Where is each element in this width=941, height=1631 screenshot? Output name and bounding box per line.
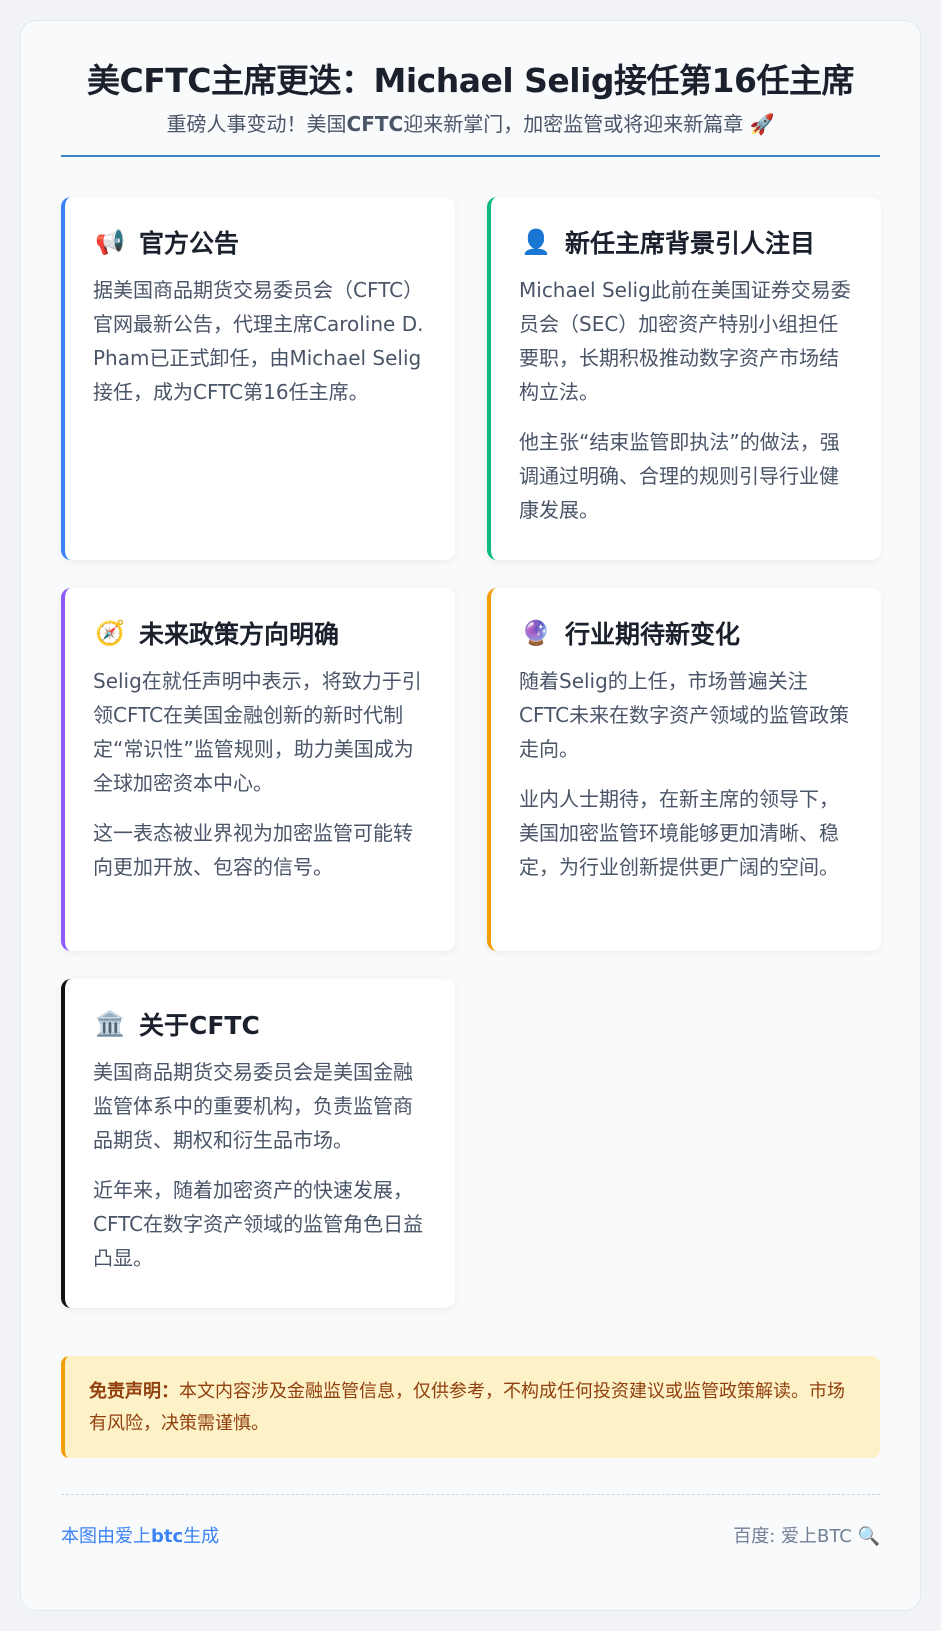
subtitle-text-post: 迎来新掌门，加密监管或将迎来新篇章 🚀	[403, 111, 775, 136]
card-policy-direction: 🧭 未来政策方向明确 Selig在就任声明中表示，将致力于引领CFTC在美国金融…	[61, 587, 455, 951]
compass-icon: 🧭	[95, 618, 125, 647]
card-header: 🏛️ 关于CFTC	[93, 1005, 431, 1043]
card-paragraph: 随着Selig的上任，市场普遍关注CFTC未来在数字资产领域的监管政策走向。	[519, 668, 850, 761]
card-title: 官方公告	[139, 228, 240, 258]
footer-credit-bold: btc	[151, 1525, 184, 1547]
card-paragraph: Selig在就任声明中表示，将致力于引领CFTC在美国金融创新的新时代制定“常识…	[93, 668, 422, 795]
card-paragraph: 美国商品期货交易委员会是美国金融监管体系中的重要机构，负责监管商品期货、期权和衍…	[93, 1059, 413, 1152]
card-official-announcement: 📢 官方公告 据美国商品期货交易委员会（CFTC）官网最新公告，代理主席Caro…	[61, 196, 455, 560]
card-title: 关于CFTC	[139, 1010, 260, 1040]
footer-search-hint: 百度: 爱上BTC 🔍	[733, 1525, 880, 1547]
subtitle-text-bold: CFTC	[346, 111, 404, 136]
page-title: 美CFTC主席更迭：Michael Selig接任第16任主席	[87, 61, 854, 100]
card-grid: 📢 官方公告 据美国商品期货交易委员会（CFTC）官网最新公告，代理主席Caro…	[61, 196, 881, 1308]
card-title: 新任主席背景引人注目	[565, 228, 816, 258]
card-header: 📢 官方公告	[93, 223, 431, 261]
card-header: 🧭 未来政策方向明确	[93, 614, 431, 652]
disclaimer-text: 本文内容涉及金融监管信息，仅供参考，不构成任何投资建议或监管政策解读。市场有风险…	[89, 1380, 845, 1434]
disclaimer-label: 免责声明：	[89, 1380, 179, 1402]
card-paragraph: 业内人士期待，在新主席的领导下，美国加密监管环境能够更加清晰、稳定，为行业创新提…	[519, 786, 839, 879]
card-header: 🔮 行业期待新变化	[519, 614, 857, 652]
card-paragraph: Michael Selig此前在美国证券交易委员会（SEC）加密资产特别小组担任…	[519, 277, 851, 404]
page-subtitle: 重磅人事变动！美国CFTC迎来新掌门，加密监管或将迎来新篇章 🚀	[61, 111, 880, 137]
person-icon: 👤	[521, 227, 551, 256]
card-new-chair-background: 👤 新任主席背景引人注目 Michael Selig此前在美国证券交易委员会（S…	[487, 196, 881, 560]
bank-building-icon: 🏛️	[95, 1009, 125, 1038]
card-header: 👤 新任主席背景引人注目	[519, 223, 857, 261]
card-about-cftc: 🏛️ 关于CFTC 美国商品期货交易委员会是美国金融监管体系中的重要机构，负责监…	[61, 978, 455, 1308]
card-paragraph: 据美国商品期货交易委员会（CFTC）官网最新公告，代理主席Caroline D.…	[93, 277, 424, 404]
disclaimer-box: 免责声明：本文内容涉及金融监管信息，仅供参考，不构成任何投资建议或监管政策解读。…	[61, 1355, 880, 1458]
card-title: 未来政策方向明确	[139, 619, 340, 649]
footer: 本图由爱上btc生成 百度: 爱上BTC 🔍	[61, 1495, 880, 1575]
footer-credit-post: 生成	[183, 1525, 220, 1547]
header: 美CFTC主席更迭：Michael Selig接任第16任主席 重磅人事变动！美…	[61, 61, 880, 157]
card-industry-expectations: 🔮 行业期待新变化 随着Selig的上任，市场普遍关注CFTC未来在数字资产领域…	[487, 587, 881, 951]
card-paragraph: 近年来，随着加密资产的快速发展，CFTC在数字资产领域的监管角色日益凸显。	[93, 1177, 424, 1270]
footer-credit: 本图由爱上btc生成	[61, 1522, 219, 1548]
card-paragraph: 他主张“结束监管即执法”的做法，强调通过明确、合理的规则引导行业健康发展。	[519, 429, 840, 522]
subtitle-text-pre: 重磅人事变动！美国	[166, 111, 347, 136]
poster: 美CFTC主席更迭：Michael Selig接任第16任主席 重磅人事变动！美…	[20, 20, 921, 1611]
crystal-ball-icon: 🔮	[521, 618, 551, 647]
footer-credit-pre: 本图由爱上	[61, 1525, 151, 1547]
card-paragraph: 这一表态被业界视为加密监管可能转向更加开放、包容的信号。	[93, 820, 413, 879]
megaphone-icon: 📢	[95, 227, 125, 256]
card-title: 行业期待新变化	[565, 619, 741, 649]
